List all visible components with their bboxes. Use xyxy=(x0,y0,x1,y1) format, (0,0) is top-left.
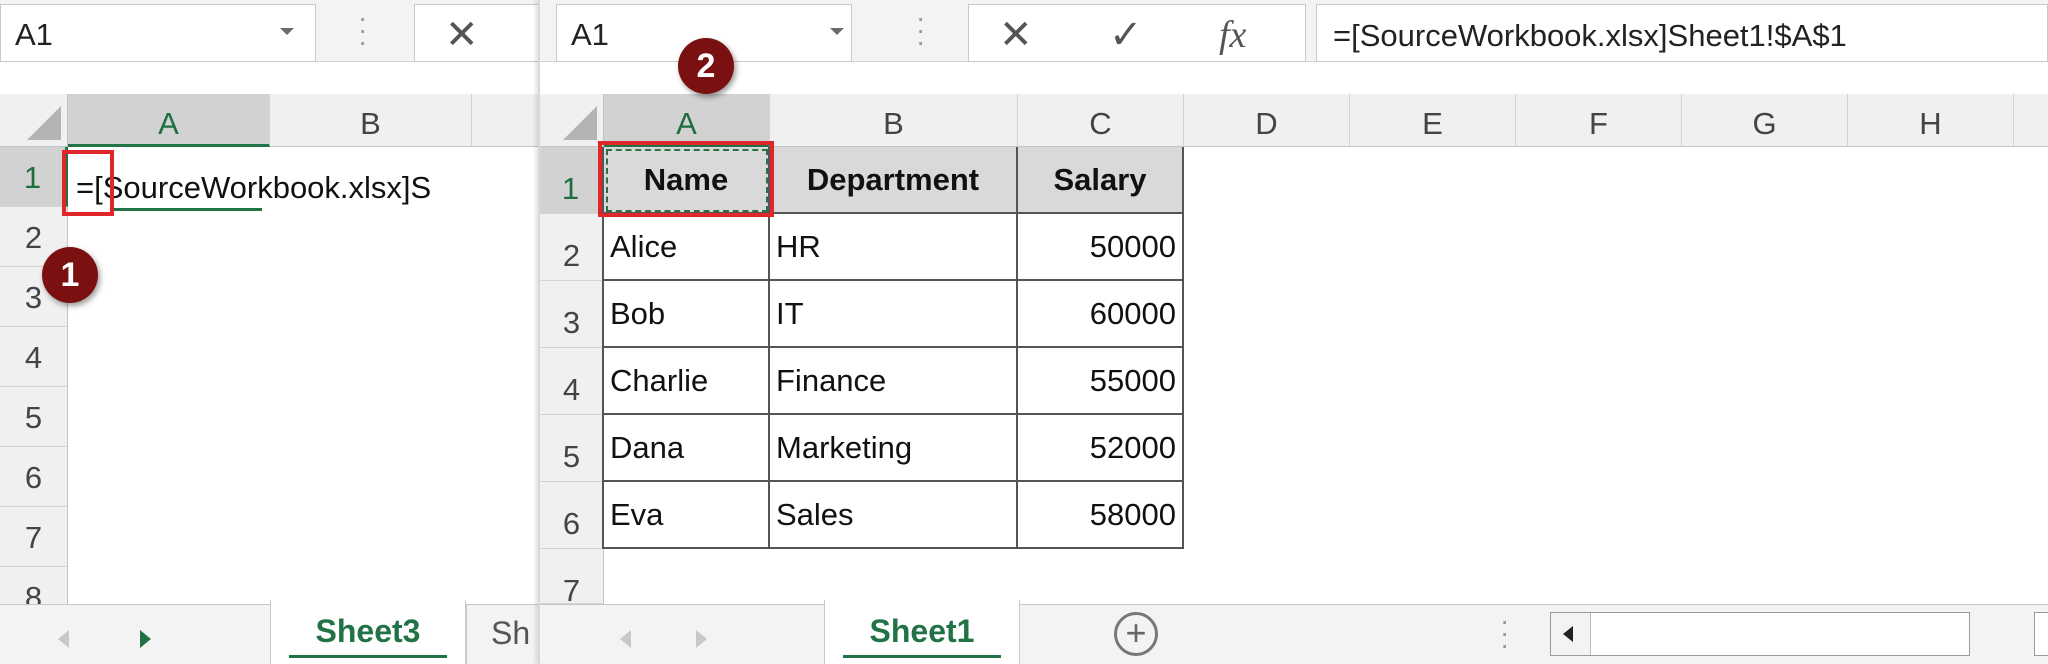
cell-department[interactable]: Finance xyxy=(770,348,1018,415)
row-header-5[interactable]: 5 xyxy=(0,387,68,447)
column-header-c[interactable] xyxy=(472,94,540,147)
formula-reference: SourceWorkbook.xlsx]S xyxy=(102,170,432,205)
name-box-value: A1 xyxy=(15,17,53,52)
row-header-2[interactable]: 2 xyxy=(540,214,604,281)
formula-input[interactable]: =[SourceWorkbook.xlsx]Sheet1!$A$1 xyxy=(1316,4,2048,62)
row-header-3[interactable]: 3 xyxy=(540,281,604,348)
step-badge-2: 2 xyxy=(678,38,734,94)
column-header-f[interactable]: F xyxy=(1516,94,1682,147)
cell-name[interactable]: Dana xyxy=(604,415,770,482)
scroll-tabs-left-icon[interactable] xyxy=(620,630,631,648)
cell-department[interactable]: HR xyxy=(770,214,1018,281)
scroll-tabs-right-icon[interactable] xyxy=(140,630,151,648)
cell-salary[interactable]: 60000 xyxy=(1018,281,1184,348)
formula-bar-splitter-icon[interactable]: · · · xyxy=(358,4,367,56)
column-header-d[interactable]: D xyxy=(1184,94,1350,147)
formula-bar: A1 · · · ✕ xyxy=(0,0,540,62)
scroll-tabs-right-icon[interactable] xyxy=(696,630,707,648)
cell-department[interactable]: Sales xyxy=(770,482,1018,549)
name-box-value: A1 xyxy=(571,17,609,52)
name-box[interactable]: A1 xyxy=(0,4,316,62)
cancel-formula-icon[interactable]: ✕ xyxy=(445,13,479,57)
row-header-4[interactable]: 4 xyxy=(540,348,604,415)
scroll-right-button[interactable] xyxy=(2034,612,2048,656)
cell-salary[interactable]: 50000 xyxy=(1018,214,1184,281)
tab-splitter-icon[interactable]: · · · xyxy=(1500,607,1509,659)
cell-salary[interactable]: 58000 xyxy=(1018,482,1184,549)
formula-bar-splitter-icon[interactable]: · · · xyxy=(916,4,925,56)
row-header-6[interactable]: 6 xyxy=(0,447,68,507)
cell-name[interactable]: Charlie xyxy=(604,348,770,415)
column-header-a[interactable]: A xyxy=(68,94,270,147)
cell-name[interactable]: Eva xyxy=(604,482,770,549)
step-badge-1: 1 xyxy=(42,247,98,303)
cell-department[interactable]: Marketing xyxy=(770,415,1018,482)
cell-salary[interactable]: 55000 xyxy=(1018,348,1184,415)
cell-name[interactable]: Bob xyxy=(604,281,770,348)
column-header-g[interactable]: G xyxy=(1682,94,1848,147)
scroll-left-icon xyxy=(1563,626,1573,642)
sheet-tab-sheet3[interactable]: Sheet3 xyxy=(270,600,466,664)
sheet-tab-sheet1[interactable]: Sheet1 xyxy=(824,600,1020,664)
table-header-salary[interactable]: Salary xyxy=(1018,147,1184,214)
highlight-box-name-cell xyxy=(598,141,774,217)
insert-function-icon[interactable]: fx xyxy=(1219,13,1246,57)
column-header-c[interactable]: C xyxy=(1018,94,1184,147)
horizontal-scrollbar[interactable] xyxy=(1550,612,1970,656)
table-header-department[interactable]: Department xyxy=(770,147,1018,214)
select-all-corner[interactable] xyxy=(0,94,68,147)
formula-text: =[SourceWorkbook.xlsx]Sheet1!$A$1 xyxy=(1333,18,1847,53)
row-header-7[interactable]: 7 xyxy=(540,549,604,604)
scroll-left-button[interactable] xyxy=(1551,613,1591,655)
scroll-tabs-left-icon[interactable] xyxy=(58,630,69,648)
cell-department[interactable]: IT xyxy=(770,281,1018,348)
select-all-corner[interactable] xyxy=(540,94,604,147)
highlight-box-equals xyxy=(62,150,114,216)
row-header-1[interactable]: 1 xyxy=(540,147,604,214)
cell-a1-editing[interactable]: =[SourceWorkbook.xlsx]S xyxy=(70,166,540,210)
right-workbook-window: A1 · · · ✕ ✓ fx =[SourceWorkbook.xlsx]Shee… xyxy=(540,0,2048,664)
row-header-4[interactable]: 4 xyxy=(0,327,68,387)
column-header-a[interactable]: A xyxy=(604,94,770,147)
formula-buttons: ✕ xyxy=(414,4,540,62)
row-header-5[interactable]: 5 xyxy=(540,415,604,482)
name-box-dropdown-icon[interactable] xyxy=(830,28,844,35)
name-box-dropdown-icon[interactable] xyxy=(280,28,294,35)
sheet-tab-bar: Sheet3 Sh xyxy=(0,600,540,664)
formula-bar: A1 · · · ✕ ✓ fx =[SourceWorkbook.xlsx]Shee… xyxy=(540,0,2048,62)
left-workbook-window: A1 · · · ✕ A B 1 2 3 4 5 6 7 8 =[SourceWor… xyxy=(0,0,540,664)
cell-name[interactable]: Alice xyxy=(604,214,770,281)
reference-underline xyxy=(112,208,262,211)
column-header-e[interactable]: E xyxy=(1350,94,1516,147)
cell-salary[interactable]: 52000 xyxy=(1018,415,1184,482)
sheet-tab-bar: Sheet1 + · · · xyxy=(540,600,2048,664)
add-sheet-icon[interactable]: + xyxy=(1114,612,1158,656)
row-header-7[interactable]: 7 xyxy=(0,507,68,567)
formula-buttons: ✕ ✓ fx xyxy=(968,4,1306,62)
sheet-tab-sheet-partial[interactable]: Sh xyxy=(466,604,540,664)
row-header-8[interactable]: 8 xyxy=(0,567,68,607)
row-header-6[interactable]: 6 xyxy=(540,482,604,549)
cancel-formula-icon[interactable]: ✕ xyxy=(999,13,1033,57)
column-header-b[interactable]: B xyxy=(770,94,1018,147)
column-header-b[interactable]: B xyxy=(270,94,472,147)
column-header-h[interactable]: H xyxy=(1848,94,2014,147)
column-header-i[interactable] xyxy=(2014,94,2048,147)
enter-formula-icon[interactable]: ✓ xyxy=(1109,13,1143,57)
row-header-1[interactable]: 1 xyxy=(0,147,68,207)
